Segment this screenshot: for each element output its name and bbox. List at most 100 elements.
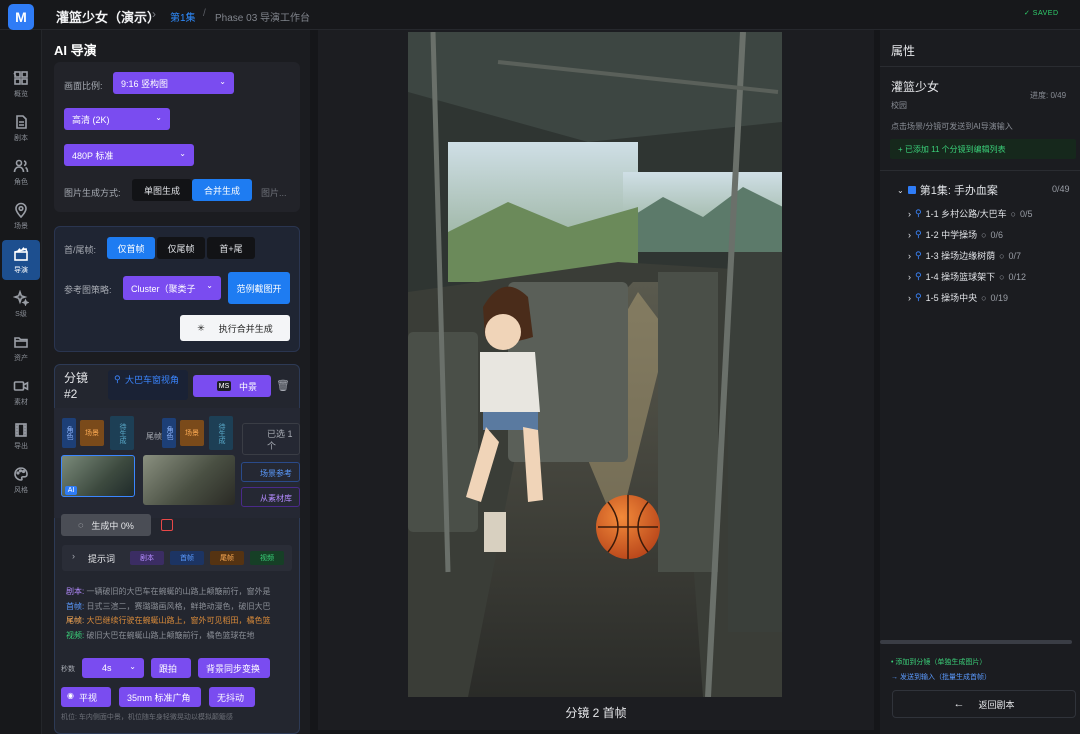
pending-tile[interactable]: 待生成 (110, 416, 134, 450)
prompt-line-script: 剧本: 一辆破旧的大巴车在蜿蜒的山路上颠簸前行，窗外是 (66, 585, 290, 600)
trash-icon[interactable]: 🗑 (276, 379, 290, 392)
properties-header: 属性 (891, 44, 916, 58)
breadcrumb-phase: Phase 03 导演工作台 (215, 13, 311, 24)
execute-merge-button[interactable]: ✳ 执行合并生成 (180, 315, 290, 341)
nav-item-assets[interactable]: 资产 (2, 328, 40, 368)
angle-select[interactable]: ◉ 平视 (61, 687, 111, 707)
bus-scene-illustration (408, 32, 782, 697)
circle-icon: ○ (1010, 208, 1017, 219)
gen-mode-label: 图片生成方式: (64, 188, 121, 198)
nav-label: 剧本 (14, 134, 28, 142)
back-to-script-button[interactable]: ← 返回剧本 (892, 690, 1076, 718)
generating-button[interactable]: ◌ 生成中 0% (61, 514, 151, 536)
scene-name: 1-4 操场篮球架下 (925, 272, 996, 282)
tail-frame-label: 尾帧 (146, 432, 162, 441)
palette-icon (14, 466, 28, 481)
grid-icon (14, 70, 28, 85)
role-tile[interactable]: 角色 (162, 418, 176, 448)
first-frame-thumbnail[interactable]: AI (61, 455, 135, 497)
episode-row[interactable]: ⌄ 第1集: 手办血案 (897, 182, 998, 198)
film-icon (15, 422, 27, 437)
app-logo[interactable]: M (8, 4, 34, 30)
prompt-toggle-bar[interactable]: › 提示词 剧本 首帧 尾帧 视频 (62, 545, 292, 571)
top-bar (0, 0, 1080, 30)
shot-size-select[interactable]: MS 中景 (193, 375, 271, 397)
divider (880, 170, 1080, 171)
chevron-right-icon: › (908, 208, 911, 219)
chevron-down-icon: ⌄ (219, 77, 226, 86)
circle-icon: ○ (999, 250, 1005, 261)
frame-label: 首/尾帧: (64, 245, 97, 255)
ratio-select[interactable]: 9:16 竖构图 ⌄ (113, 72, 234, 94)
single-gen-button[interactable]: 单图生成 (132, 179, 192, 201)
prompt-label: 剧本: (66, 587, 85, 596)
nav-label: 资产 (14, 354, 28, 362)
ref-screenshot-toggle[interactable]: 范例截图开 (228, 272, 290, 304)
clapperboard-icon (14, 246, 28, 261)
shot-type-select[interactable]: 跟拍 (151, 658, 191, 678)
nav-item-s-level[interactable]: S级 (2, 284, 40, 324)
prompt-label: 首帧: (66, 601, 85, 611)
divider (880, 66, 1080, 67)
frame-preview-image[interactable] (408, 32, 782, 697)
scene-row-1-1[interactable]: › ⚲ 1-1 乡村公路/大巴车 ○ 0/5 (908, 207, 1033, 220)
transition-select[interactable]: 背景同步变换 (198, 658, 270, 678)
quality-select[interactable]: 高清 (2K) ⌄ (64, 108, 170, 130)
scene-ref-button[interactable]: 场景参考 (241, 462, 300, 482)
ref-strategy-label: 参考图策略: (64, 285, 112, 295)
duration-select[interactable]: 4s ⌄ (82, 658, 144, 678)
nav-item-export[interactable]: 导出 (2, 416, 40, 456)
prompt-line-video: 视频: 破旧大巴在蜿蜒山路上颠簸前行，橘色篮球在地 (66, 629, 290, 644)
scene-row-1-4[interactable]: › ⚲ 1-4 操场篮球架下 ○ 0/12 (908, 270, 1026, 283)
pending-tile[interactable]: 待生成 (209, 416, 233, 450)
ref-strategy-select[interactable]: Cluster（聚类子 ⌄ (123, 276, 221, 300)
scene-row-1-2[interactable]: › ⚲ 1-2 中学操场 ○ 0/6 (908, 228, 1003, 241)
scene-tile[interactable]: 场景 (80, 420, 104, 446)
horizontal-scrollbar[interactable] (880, 640, 1072, 644)
nav-item-scenes[interactable]: 场景 (2, 196, 40, 236)
merge-gen-button[interactable]: 合并生成 (192, 179, 252, 201)
prompt-label: 视频: (66, 630, 85, 640)
shot-scene-tag[interactable]: ⚲ 大巴车窗视角 (108, 370, 188, 400)
nav-item-characters[interactable]: 角色 (2, 152, 40, 192)
quality-value: 高清 (2K) (72, 114, 110, 125)
both-frames-button[interactable]: 首+尾 (207, 237, 255, 259)
prompt-text: 大巴继续行驶在蜿蜒山路上，窗外可见稻田，橘色篮 (86, 616, 271, 625)
nav-item-overview[interactable]: 概览 (2, 64, 40, 104)
movement-select[interactable]: 无抖动 (209, 687, 255, 707)
scene-name: 1-1 乡村公路/大巴车 (925, 209, 1007, 219)
shot-scene-label: 大巴车窗视角 (125, 375, 180, 385)
prompt-lines: 剧本: 一辆破旧的大巴车在蜿蜒的山路上颠簸前行，窗外是 首帧: 日式三渲二，赛璐… (66, 585, 290, 643)
shot-size-tag: MS (217, 381, 231, 391)
from-library-button[interactable]: 从素材库 (241, 487, 300, 507)
nav-item-style[interactable]: 风格 (2, 460, 40, 500)
prompt-line-first: 首帧: 日式三渲二，赛璐璐画风格，鲜艳动漫色，破旧大巴 (66, 600, 290, 615)
scene-count: 0/19 (990, 292, 1009, 303)
episode-count: 0/49 (1052, 184, 1070, 194)
resolution-select[interactable]: 480P 标准 ⌄ (64, 144, 194, 166)
nav-item-script[interactable]: 剧本 (2, 108, 40, 148)
lens-select[interactable]: 35mm 标准广角 (119, 687, 201, 707)
chevron-right-icon: › (72, 551, 75, 561)
first-frame-button[interactable]: 仅首帧 (107, 237, 155, 259)
prompt-text: 日式三渲二，赛璐璐画风格，鲜艳动漫色，破旧大巴 (86, 601, 271, 611)
users-icon (13, 159, 29, 172)
breadcrumb-episode[interactable]: 第1集 (170, 9, 196, 24)
tail-frame-thumbnail[interactable] (143, 455, 235, 505)
chevron-right-icon: › (908, 229, 911, 240)
ref-strategy-value: Cluster（聚类子 (131, 283, 196, 294)
scene-row-1-3[interactable]: › ⚲ 1-3 操场边缘树荫 ○ 0/7 (908, 249, 1021, 262)
scene-ref-label: 场景参考 (260, 469, 292, 478)
role-tile[interactable]: 角色 (62, 418, 76, 448)
chevron-down-icon: ⌄ (206, 281, 213, 290)
scene-count: 0/7 (1008, 250, 1022, 261)
document-icon (16, 114, 27, 129)
sparkle-icon: ✳ (197, 322, 205, 333)
nav-item-materials[interactable]: 素材 (2, 372, 40, 412)
resolution-value: 480P 标准 (72, 150, 114, 161)
stop-icon[interactable] (161, 519, 173, 531)
scene-row-1-5[interactable]: › ⚲ 1-5 操场中央 ○ 0/19 (908, 291, 1008, 304)
nav-item-director[interactable]: 导演 (2, 240, 40, 280)
last-frame-button[interactable]: 仅尾帧 (157, 237, 205, 259)
scene-tile[interactable]: 场景 (180, 420, 204, 446)
